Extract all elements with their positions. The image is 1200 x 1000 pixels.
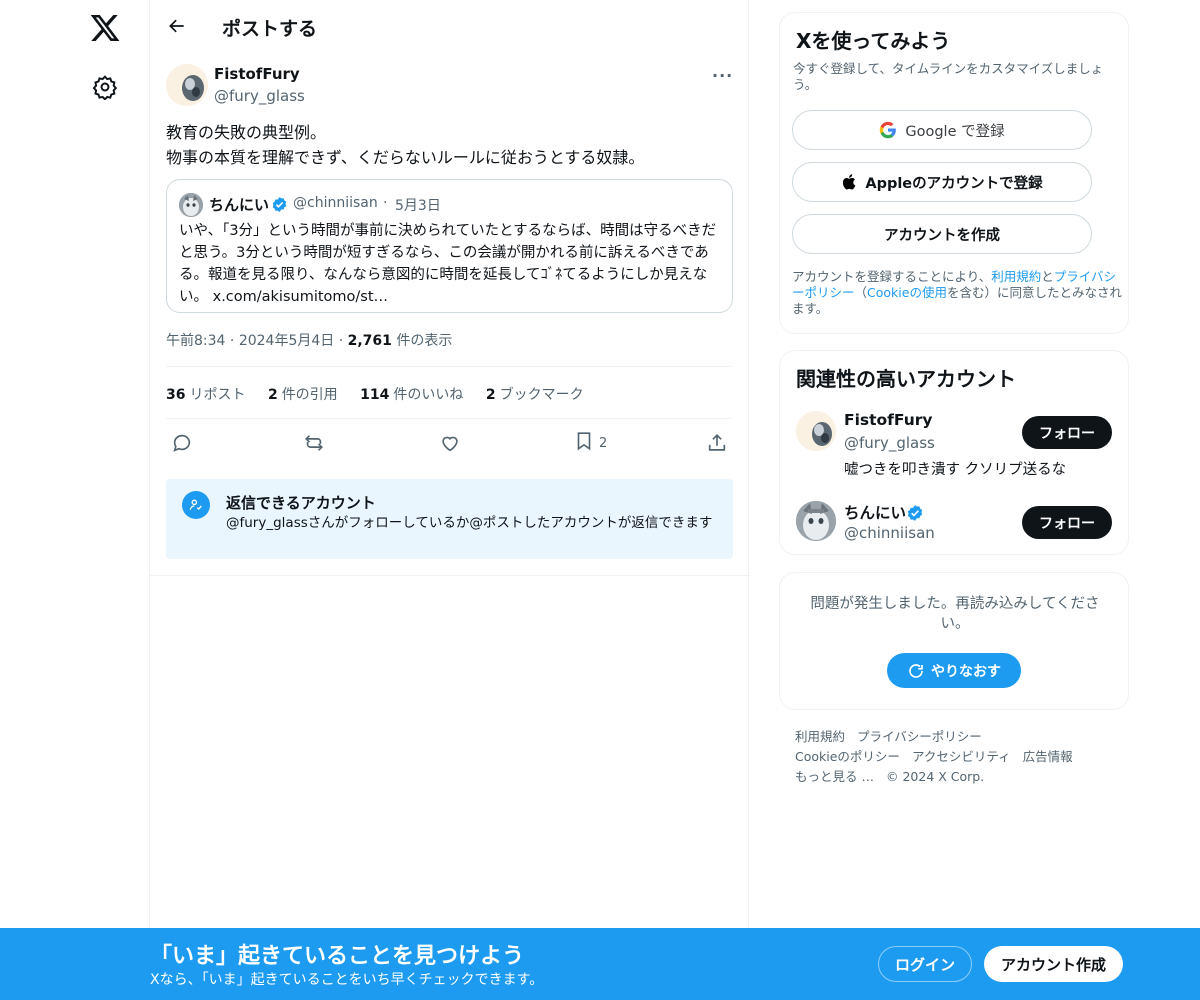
quoted-author-handle: @chinniisan [293,195,378,211]
account-handle[interactable]: @chinniisan [844,524,935,542]
quoted-post[interactable]: ちんにい @chinniisan · 5月3日 いや、「3分」という時間が事前に… [166,179,733,313]
quoted-text: いや、「3分」という時間が事前に決められていたとするならば、時間は守るべきだと思… [179,223,717,305]
views-label: 件の表示 [396,333,453,349]
error-message: 問題が発生しました。再読み込みしてください。 [810,596,1100,632]
apple-signup-button[interactable]: Appleのアカウントで登録 [792,162,1092,202]
views-count: 2,761 [347,333,392,349]
avatar[interactable] [166,64,208,106]
like-icon[interactable] [439,431,461,455]
apple-signup-label: Appleのアカウントで登録 [865,175,1043,192]
apple-icon [841,173,859,191]
post-text-line: 教育の失敗の典型例。 [166,123,327,142]
verified-badge-icon [271,196,288,213]
refresh-icon [907,662,925,680]
google-signup-label: Google で登録 [905,123,1005,140]
repost-icon[interactable] [303,431,325,455]
separator: · [229,333,235,349]
banner-subtitle: Xなら、「いま」起きていることをいち早くチェックできます。 [150,972,544,988]
left-nav [0,0,150,1000]
divider [166,366,732,367]
post-stats: 36 リポスト 2 件の引用 114 件のいいね 2 ブックマーク [166,384,602,404]
terms-text: アカウントを登録することにより、 [792,269,992,284]
terms-link[interactable]: 利用規約 [991,269,1041,284]
trends-error-card: 問題が発生しました。再読み込みしてください。 やりなおす [779,572,1129,710]
divider [150,575,750,576]
more-options-icon[interactable]: ··· [712,66,734,85]
follow-button[interactable]: フォロー [1022,506,1112,539]
stat-reposts[interactable]: 36 リポスト [166,384,245,404]
bookmark-count: 2 [599,435,608,451]
post-text-line: 物事の本質を理解できず、くだらないルールに従おうとする奴隷。 [166,148,645,167]
quoted-date: 5月3日 [395,198,441,214]
avatar[interactable] [796,411,836,451]
signup-subtitle: 今すぐ登録して、タイムラインをカスタマイズしましょう。 [793,61,1104,92]
related-title: 関連性の高いアカウント [796,367,1016,391]
post-meta: 午前8:34 · 2024年5月4日 · 2,761 件の表示 [166,330,452,350]
terms-text: （ [854,285,868,300]
account-bio: 嘘つきを叩き潰す クソリプ送るな [844,462,1067,478]
quoted-author-name: ちんにい [209,196,270,214]
login-banner: 「いま」起きていることを見つけよう Xなら、「いま」起きていることをいち早くチェ… [0,928,1200,1000]
signup-title: Xを使ってみよう [796,29,951,53]
account-handle[interactable]: @fury_glass [844,434,935,452]
retry-button[interactable]: やりなおす [887,653,1021,688]
post-text: 教育の失敗の典型例。 物事の本質を理解できず、くだらないルールに従おうとする奴隷… [166,120,736,170]
terms-text: と [1041,269,1054,284]
footer-links: 利用規約 プライバシーポリシー Cookieのポリシー アクセシビリティ 広告情報 も… [795,727,1115,787]
google-signup-button[interactable]: Google で登録 [792,110,1092,150]
author-name[interactable]: FistofFury [214,65,300,83]
avatar [179,193,203,217]
main-column: ポストする FistofFury @fury_glass ··· 教育の失敗の典… [149,0,750,1000]
share-icon[interactable] [706,431,728,455]
footer-link[interactable]: 利用規約 [795,729,845,744]
reply-restriction-text: @fury_glassさんがフォローしているか@ポストしたアカウントが返信できま… [226,515,713,531]
post-date[interactable]: 2024年5月4日 [239,333,334,349]
signup-button[interactable]: アカウント作成 [984,946,1123,982]
stat-bookmarks[interactable]: 2 ブックマーク [486,384,584,404]
bookmark-icon [573,430,595,456]
signup-terms: アカウントを登録することにより、利用規約とプライバシーポリシー（Cookieの使… [792,269,1122,317]
divider [166,418,732,419]
create-account-button[interactable]: アカウントを作成 [792,214,1092,254]
reply-restriction-icon [182,491,210,519]
page-title: ポストする [222,18,318,40]
arrow-left-icon[interactable] [164,13,190,39]
follow-button[interactable]: フォロー [1022,416,1112,449]
copyright: © 2024 X Corp. [885,769,985,784]
bookmark-button[interactable]: 2 [573,431,607,455]
avatar[interactable] [796,501,836,541]
author-handle[interactable]: @fury_glass [214,87,305,105]
verified-badge-icon [906,504,924,522]
footer-link[interactable]: プライバシーポリシー [857,729,982,744]
footer-link[interactable]: アクセシビリティ [912,749,1011,764]
login-button[interactable]: ログイン [878,946,972,982]
footer-more-link[interactable]: もっと見る … [795,769,874,784]
footer-link[interactable]: Cookieのポリシー [795,749,900,764]
x-logo-icon[interactable] [89,12,121,44]
account-name[interactable]: ちんにい [844,501,906,523]
reply-restriction-notice: 返信できるアカウント @fury_glassさんがフォローしているか@ポストした… [166,479,733,559]
create-account-label: アカウントを作成 [884,227,1000,244]
banner-title: 「いま」起きていることを見つけよう [150,944,525,969]
signup-card: Xを使ってみよう 今すぐ登録して、タイムラインをカスタマイズしましょう。 Goo… [779,12,1129,334]
post-time[interactable]: 午前8:34 [166,333,225,349]
separator: · [383,195,388,211]
reply-icon[interactable] [171,431,193,455]
reply-restriction-title: 返信できるアカウント [226,494,376,512]
related-accounts-card: 関連性の高いアカウント FistofFury @fury_glass 嘘つきを叩… [779,350,1129,555]
google-icon [879,121,897,139]
separator: · [338,333,344,349]
account-name[interactable]: FistofFury [844,411,933,429]
post-header: ポストする [150,0,750,53]
footer-link[interactable]: 広告情報 [1023,749,1073,764]
retry-label: やりなおす [931,663,1001,680]
gear-icon[interactable] [92,74,118,101]
stat-likes[interactable]: 114 件のいいね [360,384,463,404]
stat-quotes[interactable]: 2 件の引用 [268,384,338,404]
cookie-link[interactable]: Cookieの使用 [867,285,947,300]
